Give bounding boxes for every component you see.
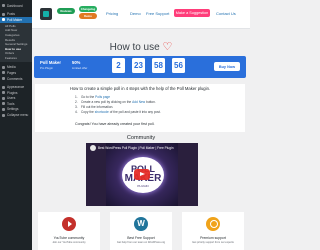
countdown-hours: 23 [132, 58, 145, 73]
brush-icon [2, 85, 5, 89]
pin-icon [2, 12, 5, 16]
channel-avatar[interactable] [90, 145, 96, 151]
step-text: Go to the [81, 94, 95, 99]
youtube-community-card[interactable]: YouTube community Join our YouTube commu… [38, 212, 100, 250]
congrats-text: Congrats! You have already created your … [75, 122, 155, 126]
sidebar-item-label: Poll Maker [7, 17, 23, 22]
settings-icon [2, 107, 5, 111]
buy-now-button[interactable]: Buy Now [214, 62, 240, 71]
shortcode-text: shortcode [94, 109, 109, 114]
poll-maker-submenu: All Polls Add New Categories Results Gen… [0, 22, 32, 62]
sidebar-item-label: Posts [7, 12, 15, 17]
add-new-link[interactable]: Add New [132, 100, 145, 104]
logo-line-3: PLUGIN [137, 184, 149, 188]
user-icon [2, 96, 5, 100]
card-title: Premium support [200, 236, 226, 240]
sidebar-item-label: Appearance [7, 85, 25, 90]
wordpress-icon: W [134, 217, 148, 231]
sidebar-collapse-menu[interactable]: Collapse menu [0, 112, 32, 118]
polls-page-link[interactable]: Polls page [95, 95, 110, 99]
page-icon [2, 71, 5, 75]
card-desc: Get help from our team on WordPress.org [116, 241, 166, 244]
video-title[interactable]: Best WordPress Poll Plugin | Poll Maker … [98, 146, 173, 150]
plugin-top-nav: Reviews Changelog Demo Pricing Demo Free… [32, 0, 250, 29]
step-text: Create a new poll by clicking on the [81, 99, 132, 104]
make-suggestion-button[interactable]: Make a Suggestion [174, 9, 210, 17]
sidebar-item-label: Media [7, 65, 16, 70]
card-title: Best Free Support [127, 236, 155, 240]
submenu-features[interactable]: Features [0, 56, 32, 61]
step-text-end: of the poll and paste it into any post. [109, 109, 161, 114]
sidebar-item-label: Pages [7, 70, 17, 75]
sidebar-item-label: Dashboard [7, 3, 23, 8]
main-content: Reviews Changelog Demo Pricing Demo Free… [32, 0, 250, 250]
plugin-icon [2, 91, 5, 95]
media-icon [2, 65, 5, 69]
page-title-text: How to use [109, 42, 160, 53]
nav-link-demo[interactable]: Demo [130, 11, 141, 16]
banner-plugin-name: Poll Maker [40, 60, 61, 65]
collapse-icon [2, 113, 5, 117]
sale-banner: Poll Maker Pro Plugin 50% Limited offer … [34, 56, 246, 78]
countdown-minutes: 58 [152, 58, 165, 73]
step-text: Fill out the information. [81, 104, 114, 109]
card-title: YouTube community [53, 236, 85, 240]
demo-pill[interactable]: Demo [79, 13, 97, 19]
play-icon[interactable] [134, 169, 150, 180]
youtube-video-embed[interactable]: Best WordPress Poll Plugin | Poll Maker … [86, 143, 198, 206]
instructions-heading: How to create a simple poll in 4 steps w… [69, 86, 211, 91]
plugin-logo[interactable] [40, 8, 52, 20]
step-text-end: button. [146, 99, 156, 104]
nav-link-contact-us[interactable]: Contact Us [216, 11, 236, 16]
heart-icon: ♡ [162, 41, 173, 53]
premium-support-card[interactable]: Premium support Get priority support fro… [182, 212, 244, 250]
instructions-card: How to create a simple poll in 4 steps w… [35, 84, 245, 132]
comment-icon [2, 77, 5, 81]
support-icon [206, 217, 220, 231]
sidebar-item-label: Plugins [7, 90, 18, 95]
nav-link-pricing[interactable]: Pricing [106, 11, 118, 16]
changelog-pill[interactable]: Changelog [79, 6, 97, 12]
page-title: How to use ♡ [32, 40, 250, 53]
poll-icon [2, 18, 5, 22]
banner-plugin-sub: Pro Plugin [40, 66, 53, 70]
steps-list: 1. Go to the Polls page 2. Create a new … [75, 94, 225, 114]
banner-discount-sub: Limited offer [72, 66, 88, 70]
sidebar-item-label: Collapse menu [7, 113, 29, 118]
card-desc: Get priority support from our experts [192, 241, 234, 244]
banner-discount: 50% [72, 60, 81, 65]
youtube-icon [62, 217, 76, 231]
countdown-days: 2 [112, 58, 125, 73]
sidebar-item-label: Tools [7, 101, 15, 106]
step-text: Copy the [81, 109, 94, 114]
dashboard-icon [2, 4, 5, 8]
countdown-seconds: 56 [172, 58, 185, 73]
community-title: Community [126, 135, 156, 141]
nav-link-free-support[interactable]: Free Support [146, 11, 169, 16]
sidebar-item-label: Comments [7, 76, 23, 81]
sidebar-item-label: Users [7, 96, 16, 101]
countdown-timer: 2 23 58 56 [112, 58, 192, 73]
reviews-pill[interactable]: Reviews [57, 8, 75, 14]
wrench-icon [2, 102, 5, 106]
step-item: 4. Copy the shortcode of the poll and pa… [75, 109, 225, 114]
card-desc: Join our YouTube community [52, 241, 86, 244]
admin-sidebar: Dashboard Posts Poll Maker All Polls Add… [0, 0, 32, 250]
sidebar-item-label: Settings [7, 107, 19, 112]
free-support-card[interactable]: W Best Free Support Get help from our te… [110, 212, 172, 250]
